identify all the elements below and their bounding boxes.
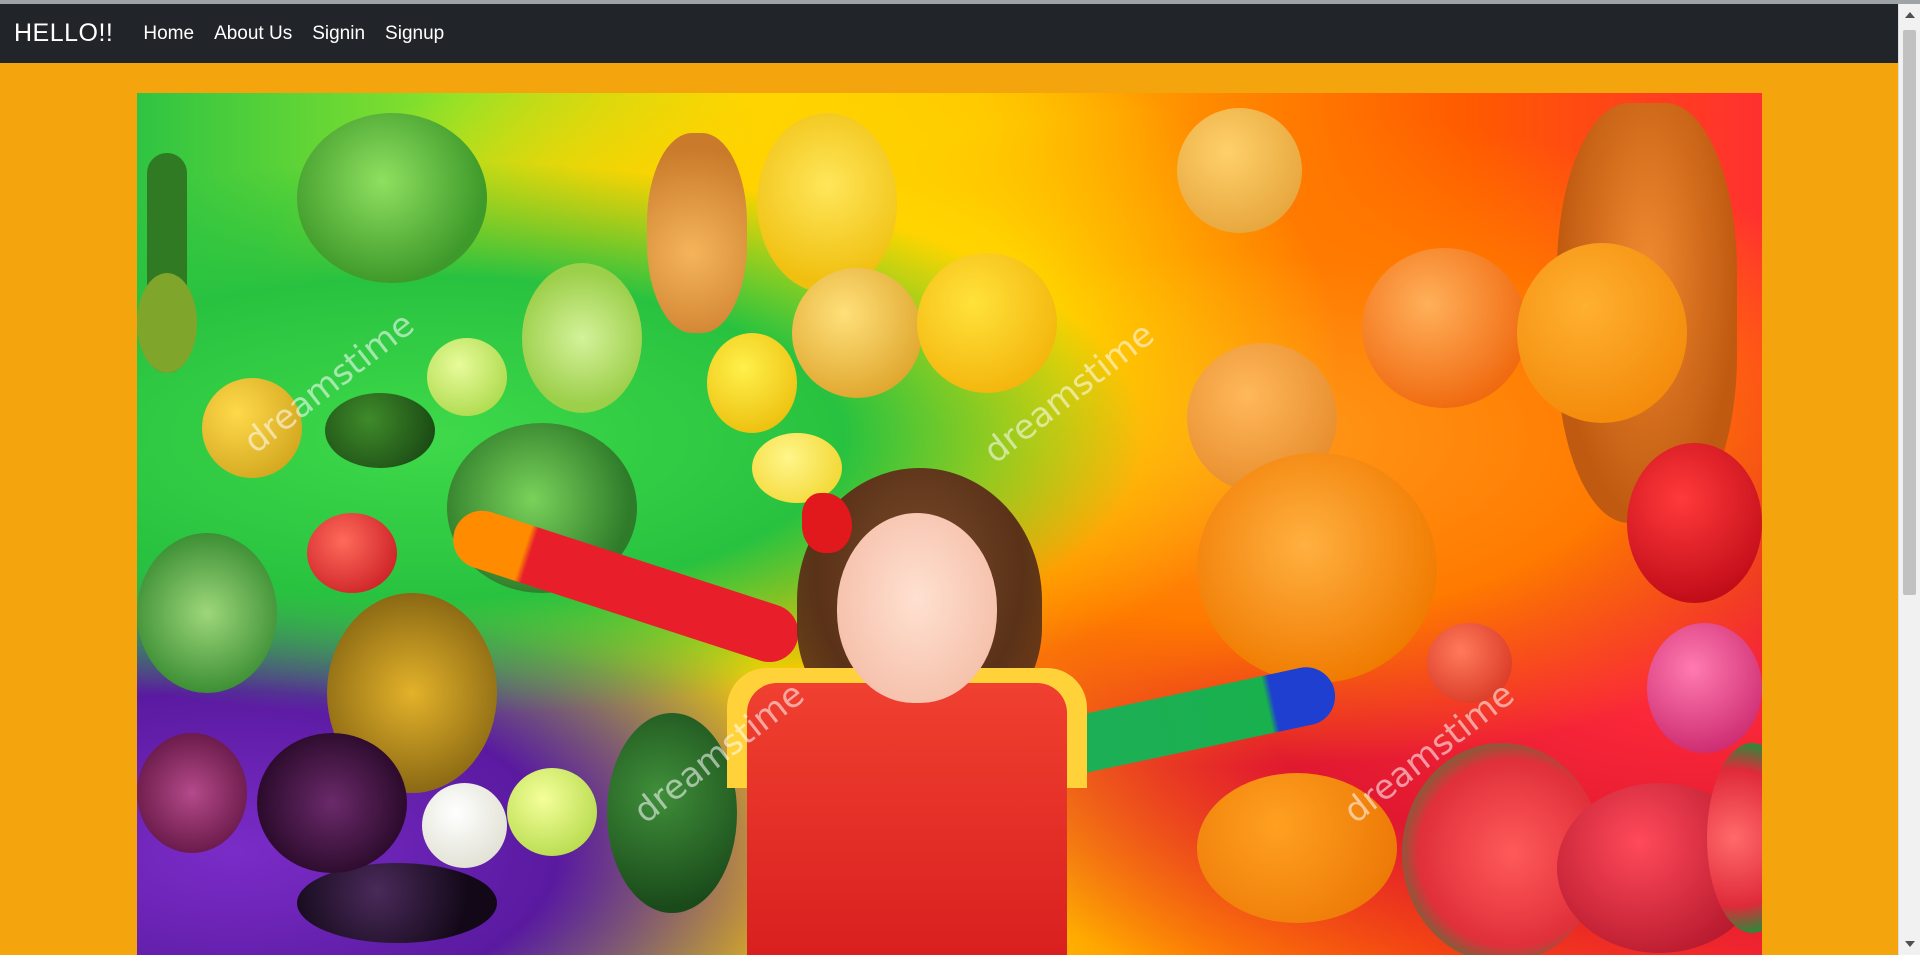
top-navbar: HELLO!! Home About Us Signin Signup: [0, 4, 1898, 63]
vertical-scrollbar[interactable]: [1898, 4, 1920, 955]
melon-shape: [792, 268, 922, 398]
oranges-right-shape: [1517, 243, 1687, 423]
cabbage-shape: [137, 533, 277, 693]
brand-logo[interactable]: HELLO!!: [14, 19, 113, 48]
child-red-overalls: [747, 683, 1067, 955]
grapes-green-shape: [522, 263, 642, 413]
butternut-squash-shape: [647, 133, 747, 333]
nav-signup-link[interactable]: Signup: [385, 23, 444, 45]
radishes-shape: [1647, 623, 1762, 753]
held-apple-left: [307, 513, 397, 593]
nav-signin-link[interactable]: Signin: [312, 23, 365, 45]
nav-about-link[interactable]: About Us: [214, 23, 292, 45]
scroll-up-arrow-icon[interactable]: [1905, 12, 1915, 18]
grapes-purple-shape: [257, 733, 407, 873]
onion-shape: [422, 783, 507, 868]
oranges-shape: [1197, 453, 1437, 683]
apple-green-2-shape: [507, 768, 597, 856]
sweet-potato-shape: [137, 733, 247, 853]
pepper-yellow-shape: [707, 333, 797, 433]
pumpkin-shape: [1362, 248, 1527, 408]
pepper-green-shape: [325, 393, 435, 468]
nav-home-link[interactable]: Home: [143, 23, 194, 45]
child-face: [837, 513, 997, 703]
bananas-shape: [757, 113, 897, 293]
pear-shape: [137, 273, 197, 373]
apple-green-shape: [427, 338, 507, 416]
peppers-yellow-cluster-shape: [917, 253, 1057, 393]
scroll-down-arrow-icon[interactable]: [1905, 941, 1915, 947]
eggplant-shape: [297, 863, 497, 943]
nav-links: Home About Us Signin Signup: [143, 23, 444, 45]
tomatoes-shape: [1627, 443, 1762, 603]
main-content: dreamstime dreamstime dreamstime dreamst…: [0, 63, 1898, 955]
hero-image: dreamstime dreamstime dreamstime dreamst…: [137, 93, 1762, 955]
cantaloupe-shape: [1177, 108, 1302, 233]
lettuce-shape: [297, 113, 487, 283]
scrollbar-thumb[interactable]: [1903, 30, 1916, 595]
